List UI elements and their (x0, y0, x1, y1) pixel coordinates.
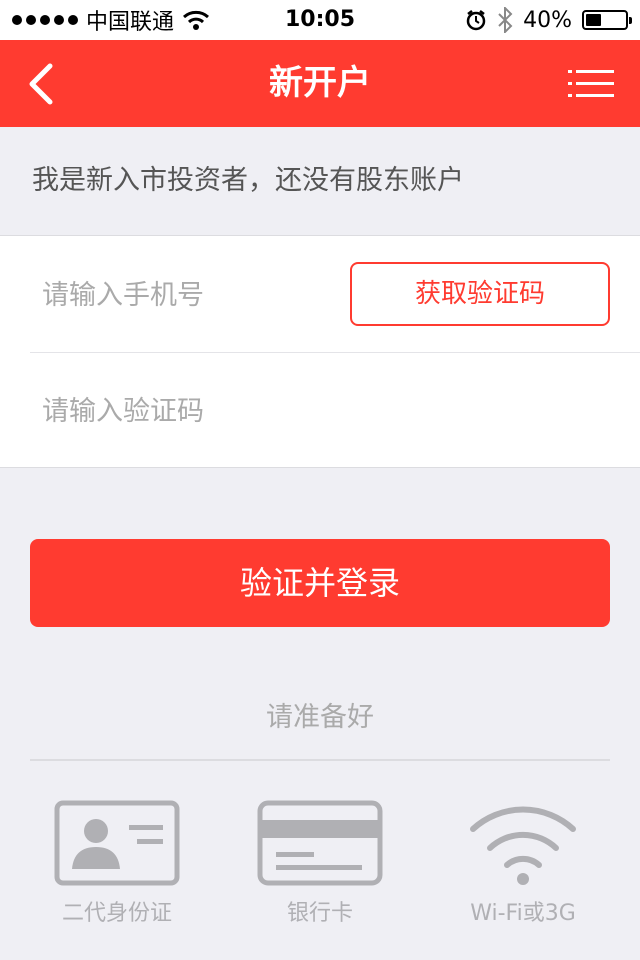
get-code-button[interactable]: 获取验证码 (350, 262, 610, 326)
prepare-title: 请准备好 (266, 702, 374, 733)
alarm-icon (466, 10, 486, 31)
verification-code-input[interactable] (40, 352, 604, 470)
code-row (0, 352, 640, 470)
list-menu-icon[interactable] (568, 68, 614, 100)
page-title: 新开户 (269, 63, 371, 103)
nav-bar: 新开户 (0, 40, 640, 127)
prepare-item-network: Wi-Fi或3G (423, 795, 623, 935)
login-form: 获取验证码 (0, 235, 640, 470)
prepare-item-label: 二代身份证 (61, 901, 172, 926)
status-bar-right: 40% (465, 0, 632, 40)
phone-row: 获取验证码 (0, 236, 640, 354)
prepare-divider (30, 759, 610, 761)
prepare-item-id-card: 二代身份证 (17, 795, 217, 935)
bluetooth-icon (498, 7, 513, 33)
phone-input[interactable] (40, 236, 344, 354)
section-header: 我是新入市投资者，还没有股东账户 (0, 127, 640, 235)
section-header-text: 我是新入市投资者，还没有股东账户 (32, 165, 464, 196)
verify-login-button[interactable]: 验证并登录 (30, 539, 610, 627)
bank-card-icon (257, 800, 383, 886)
wifi-icon (470, 806, 576, 885)
battery-level (586, 14, 601, 26)
prepare-item-label: Wi-Fi或3G (470, 901, 576, 926)
battery-icon (582, 10, 632, 30)
prepare-item-label: 银行卡 (286, 901, 353, 926)
prepare-item-bank-card: 银行卡 (220, 795, 420, 935)
battery-percent: 40% (523, 7, 572, 33)
status-bar: 中国联通 10:05 40% (0, 0, 640, 40)
id-card-icon (54, 800, 180, 886)
